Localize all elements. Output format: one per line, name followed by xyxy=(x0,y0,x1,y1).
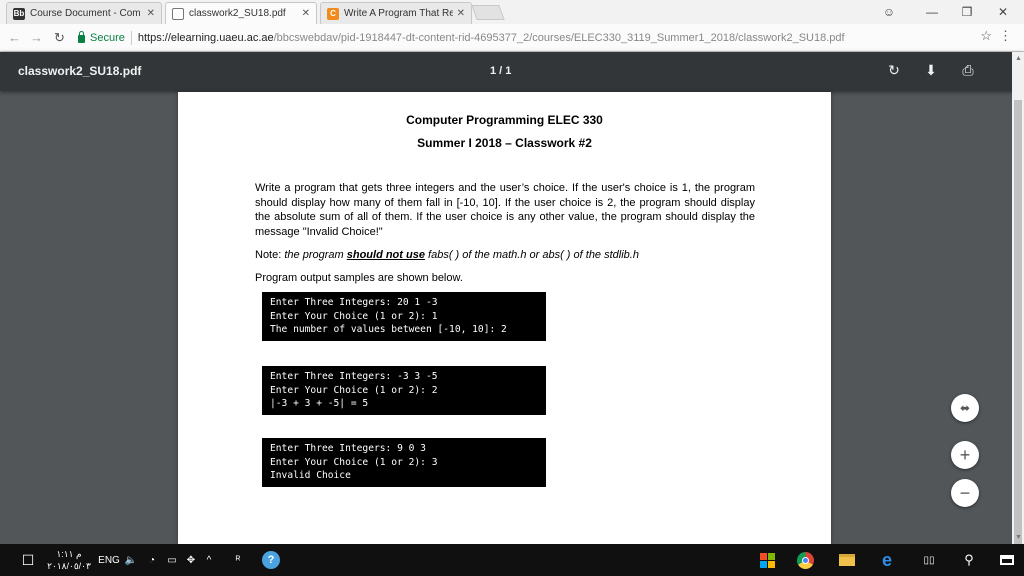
restore-button[interactable]: ❒ xyxy=(952,0,982,24)
console-line: Invalid Choice xyxy=(270,470,351,482)
blackboard-icon: Bb xyxy=(13,7,25,20)
problem-statement: Write a program that gets three integers… xyxy=(255,182,755,238)
page-indicator: 1 / 1 xyxy=(490,65,512,77)
scroll-down-arrow-icon[interactable]: ▼ xyxy=(1015,534,1022,541)
secure-label: Secure xyxy=(90,31,125,44)
zoom-out-button[interactable]: − xyxy=(951,479,979,507)
console-line: Enter Your Choice (1 or 2): 3 xyxy=(270,456,438,468)
profile-icon[interactable]: ☺ xyxy=(874,0,904,24)
tab-strip: Bb Course Document - Com ✕ classwork2_SU… xyxy=(0,0,1024,24)
note-prefix: Note: xyxy=(255,249,285,261)
browser-toolbar: ← → ↻ Secure https://elearning.uaeu.ac.a… xyxy=(0,24,1024,52)
console-line: The number of values between [-10, 10]: … xyxy=(270,324,507,336)
tab-write-program[interactable]: C Write A Program That Re ✕ xyxy=(320,2,472,24)
output-sample-1: Enter Three Integers: 20 1 -3 Enter Your… xyxy=(262,292,546,342)
document-icon xyxy=(172,7,184,20)
fit-to-page-button[interactable]: ⬌ xyxy=(951,394,979,422)
pdf-page: Computer Programming ELEC 330 Summer I 2… xyxy=(178,92,831,544)
output-sample-3: Enter Three Integers: 9 0 3 Enter Your C… xyxy=(262,438,546,488)
console-line: Enter Your Choice (1 or 2): 2 xyxy=(270,384,438,396)
store-icon[interactable] xyxy=(756,544,778,576)
rotate-icon[interactable]: ↻ xyxy=(885,62,903,79)
bookmark-star-icon[interactable]: ☆ xyxy=(980,28,992,44)
show-hidden-icons-icon[interactable]: ^ xyxy=(202,544,216,576)
people-icon[interactable]: ᴿ xyxy=(230,544,246,576)
taskbar: ☐ م ١:١١ ٢٠١٨/٠٥/٠٣ ENG 🔈 ◔ ▭ ✥ ^ ᴿ ? e … xyxy=(0,544,1024,576)
console-line: Enter Three Integers: 20 1 -3 xyxy=(270,297,438,308)
file-explorer-icon[interactable] xyxy=(836,544,858,576)
tab-label: Write A Program That Re xyxy=(344,8,453,19)
scroll-up-arrow-icon[interactable]: ▲ xyxy=(1015,55,1022,62)
pdf-toolbar: classwork2_SU18.pdf 1 / 1 ↻ ⬇ ⎙ xyxy=(0,52,1024,91)
note-line: Note: the program should not use fabs( )… xyxy=(255,249,755,261)
secure-indicator[interactable]: Secure xyxy=(78,30,125,44)
volume-icon[interactable]: 🔈 xyxy=(124,544,138,576)
close-window-button[interactable]: ✕ xyxy=(988,0,1018,24)
download-icon[interactable]: ⬇ xyxy=(922,62,940,79)
close-tab-icon[interactable]: ✕ xyxy=(457,8,465,19)
clock[interactable]: م ١:١١ ٢٠١٨/٠٥/٠٣ xyxy=(44,544,94,576)
chegg-icon: C xyxy=(327,7,339,20)
dropbox-icon[interactable]: ✥ xyxy=(184,544,198,576)
tab-label: classwork2_SU18.pdf xyxy=(189,8,286,19)
print-icon[interactable]: ⎙ xyxy=(959,62,977,79)
document-subtitle: Summer I 2018 – Classwork #2 xyxy=(417,136,592,150)
console-line: Enter Your Choice (1 or 2): 1 xyxy=(270,310,438,322)
url-host: https://elearning.uaeu.ac.ae xyxy=(137,31,274,44)
note-emphasis: should not use xyxy=(346,249,425,261)
output-sample-2: Enter Three Integers: -3 3 -5 Enter Your… xyxy=(262,366,546,416)
back-button[interactable]: ← xyxy=(8,30,21,45)
clock-date: ٢٠١٨/٠٥/٠٣ xyxy=(47,561,91,571)
clock-time: م ١:١١ xyxy=(56,549,82,559)
tab-label: Course Document - Com xyxy=(30,8,141,19)
url-path: /bbcswebdav/pid-1918447-dt-content-rid-4… xyxy=(273,31,845,44)
divider xyxy=(130,30,132,45)
console-line: Enter Three Integers: 9 0 3 xyxy=(270,443,426,454)
reload-button[interactable]: ↻ xyxy=(54,30,65,46)
console-line: Enter Three Integers: -3 3 -5 xyxy=(270,371,438,382)
tab-classwork-pdf[interactable]: classwork2_SU18.pdf ✕ xyxy=(165,2,317,24)
search-icon[interactable]: ⚲ xyxy=(958,544,980,576)
help-icon[interactable]: ? xyxy=(260,544,282,576)
address-bar[interactable]: Secure https://elearning.uaeu.ac.ae/bbcs… xyxy=(78,27,1000,48)
pdf-filename: classwork2_SU18.pdf xyxy=(18,64,142,78)
battery-icon[interactable]: ▭ xyxy=(164,544,180,576)
close-tab-icon[interactable]: ✕ xyxy=(147,8,155,19)
scrollbar-thumb[interactable] xyxy=(1014,100,1022,544)
task-view-icon[interactable]: ▯▯ xyxy=(918,544,940,576)
zoom-in-button[interactable]: + xyxy=(951,441,979,469)
wifi-icon[interactable]: ◔ xyxy=(144,544,160,576)
chrome-icon[interactable] xyxy=(794,544,816,576)
forward-button[interactable]: → xyxy=(30,30,43,45)
minimize-button[interactable]: — xyxy=(917,0,947,24)
vertical-scrollbar[interactable]: ▲ ▼ xyxy=(1012,52,1024,544)
close-tab-icon[interactable]: ✕ xyxy=(302,8,310,19)
note-part2: fabs( ) of the math.h or abs( ) of the s… xyxy=(424,249,639,261)
lock-icon xyxy=(78,30,85,43)
note-part1: the program xyxy=(284,249,347,261)
action-center-icon[interactable]: ☐ xyxy=(16,544,40,576)
output-intro: Program output samples are shown below. xyxy=(255,272,463,284)
document-title: Computer Programming ELEC 330 xyxy=(406,113,603,127)
tab-course-document[interactable]: Bb Course Document - Com ✕ xyxy=(6,2,162,24)
language-indicator[interactable]: ENG xyxy=(96,544,122,576)
more-menu-icon[interactable]: ⋮ xyxy=(999,28,1012,44)
edge-icon[interactable]: e xyxy=(876,544,898,576)
start-button-icon[interactable] xyxy=(996,544,1018,576)
console-line: |-3 + 3 + -5| = 5 xyxy=(270,398,369,410)
new-tab-button[interactable] xyxy=(471,5,505,20)
